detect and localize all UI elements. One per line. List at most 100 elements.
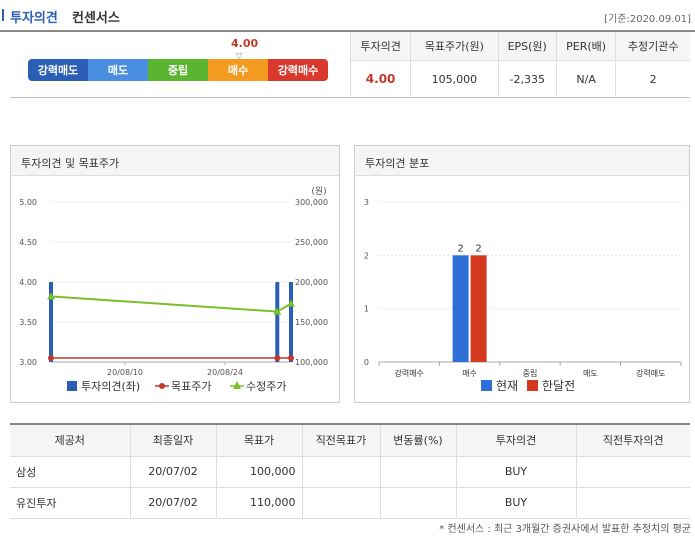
- consensus-header-row: 투자의견 목표주가(원) EPS(원) PER(배) 추정기관수: [349, 32, 690, 61]
- legend-label: 수정주가: [246, 380, 286, 393]
- detail-cell: 유진투자: [10, 487, 130, 519]
- detail-cell: 100,000: [215, 456, 302, 488]
- opinion-segment-0: 강력매도: [28, 59, 88, 81]
- detail-header-6: 직전투자의견: [575, 423, 690, 457]
- consensus-section: 4.00 ▽ 강력매도 매도 중립 매수 강력매수 투자의견 목표주가(원) EPS(원) P…: [10, 32, 690, 98]
- left-axis-tick: 4.50: [19, 238, 37, 247]
- adjusted-price-line: [50, 295, 292, 313]
- adjusted-price-point: [287, 299, 295, 307]
- detail-cell: [301, 487, 380, 519]
- detail-header-5: 투자의견: [455, 423, 576, 457]
- y-axis-tick: 3: [364, 198, 369, 207]
- left-axis-tick: 3.00: [19, 358, 37, 367]
- category-label: 강력매도: [636, 368, 665, 378]
- y-axis-tick: 1: [364, 305, 369, 314]
- opinion-scale-bar: 강력매도 매도 중립 매수 강력매수: [28, 59, 328, 81]
- page-subtitle: 컨센서스: [72, 11, 120, 26]
- detail-header-0: 제공처: [10, 423, 130, 457]
- consensus-table: 투자의견 목표주가(원) EPS(원) PER(배) 추정기관수 4.00 105,000…: [349, 32, 690, 98]
- detail-cell: BUY: [455, 487, 576, 519]
- opinion-target-panel-title: 투자의견 및 목표주가: [11, 146, 339, 176]
- consensus-value-1: 105,000: [410, 60, 498, 98]
- category-label: 강력매수: [394, 368, 423, 378]
- detail-body: 삼성 20/07/02 100,000 BUY 유진투자 20/07/02 110,000 B…: [10, 456, 690, 519]
- opinion-segment-4: 강력매수: [268, 59, 328, 81]
- legend-label: 목표주가: [171, 380, 211, 393]
- category-label: 매도: [583, 369, 598, 378]
- detail-header-row: 제공처 최종일자 목표가 직전목표가 변동률(%) 투자의견 직전투자의견: [10, 423, 690, 457]
- base-date: [기준:2020.09.01]: [604, 14, 691, 25]
- category-label: 중립: [523, 369, 538, 378]
- consensus-header-1: 목표주가(원): [410, 32, 498, 61]
- title-bar: 투자의견 컨센서스 [기준:2020.09.01]: [0, 0, 695, 30]
- category-label: 매수: [462, 369, 477, 378]
- target-price-point: [48, 355, 54, 361]
- detail-cell: [379, 456, 456, 488]
- footnote: * 컨센서스 : 최근 3개월간 증권사에서 발표한 추정치의 평균: [439, 524, 691, 535]
- right-axis-tick: 100,000: [295, 358, 328, 367]
- detail-cell: 110,000: [215, 487, 302, 519]
- detail-header-1: 최종일자: [129, 423, 216, 457]
- consensus-value-3: N/A: [555, 60, 616, 98]
- detail-cell: 삼성: [10, 456, 130, 488]
- bar-value-label: 2: [457, 243, 463, 254]
- opinion-distribution-panel: 투자의견 분포 3 2 1 0 강력매수 매수 중립 매도 강력매도 2 2 현재 한달전: [354, 145, 690, 403]
- detail-cell: 20/07/02: [129, 456, 216, 488]
- table-row: 삼성 20/07/02 100,000 BUY: [10, 456, 690, 488]
- legend-swatch: [527, 380, 538, 391]
- detail-cell: 20/07/02: [129, 487, 216, 519]
- table-row: 유진투자 20/07/02 110,000 BUY: [10, 487, 690, 519]
- detail-cell: [301, 456, 380, 488]
- detail-header-4: 변동률(%): [379, 423, 456, 457]
- title-accent-icon: [2, 9, 4, 21]
- legend-opinion-swatch: [67, 381, 77, 391]
- right-axis-tick: 300,000: [295, 198, 328, 207]
- left-axis-tick: 4.00: [19, 278, 37, 287]
- target-price-point: [288, 355, 294, 361]
- consensus-value-0: 4.00: [349, 60, 411, 98]
- opinion-segment-2: 중립: [148, 59, 208, 81]
- legend-label: 투자의견(좌): [81, 380, 140, 393]
- consensus-value-row: 4.00 105,000 -2,335 N/A 2: [349, 60, 690, 98]
- opinion-distribution-chart: 3 2 1 0 강력매수 매수 중립 매도 강력매도 2 2 현재 한달전: [364, 198, 682, 393]
- left-axis-tick: 5.00: [19, 198, 37, 207]
- right-axis-tick: 200,000: [295, 278, 328, 287]
- consensus-value-2: -2,335: [497, 60, 557, 98]
- consensus-header-2: EPS(원): [497, 32, 557, 61]
- distribution-bar: [470, 255, 487, 362]
- y-axis-tick: 0: [364, 358, 369, 367]
- bar-value-label: 2: [475, 243, 481, 254]
- opinion-target-panel: 투자의견 및 목표주가 (원) 5.00 4.50 4.00 3.50 3.00 300,0…: [10, 145, 340, 403]
- consensus-value-4: 2: [615, 60, 690, 98]
- legend-adjusted-swatch: [233, 381, 241, 389]
- detail-cell: [379, 487, 456, 519]
- legend-label: 한달전: [542, 379, 575, 393]
- right-axis-unit: (원): [311, 186, 326, 197]
- left-axis-tick: 3.50: [19, 318, 37, 327]
- consensus-header-0: 투자의견: [349, 32, 411, 61]
- consensus-header-3: PER(배): [555, 32, 616, 61]
- opinion-current-value: 4.00: [231, 37, 259, 50]
- x-axis-tick: 20/08/10: [107, 368, 143, 377]
- opinion-distribution-panel-title: 투자의견 분포: [355, 146, 689, 176]
- opinion-segment-3: 매수: [208, 59, 268, 81]
- detail-cell: [575, 456, 690, 488]
- consensus-header-4: 추정기관수: [615, 32, 690, 61]
- detail-cell: BUY: [455, 456, 576, 488]
- legend-swatch: [481, 380, 492, 391]
- right-axis-tick: 250,000: [295, 238, 328, 247]
- legend-label: 현재: [496, 379, 518, 393]
- legend-target-swatch: [159, 383, 165, 389]
- broker-detail-table: 제공처 최종일자 목표가 직전목표가 변동률(%) 투자의견 직전투자의견 삼성 20/07/…: [10, 423, 690, 519]
- y-axis-tick: 2: [364, 251, 369, 260]
- opinion-segment-1: 매도: [88, 59, 148, 81]
- x-axis-tick: 20/08/24: [207, 368, 243, 377]
- distribution-bar: [452, 255, 469, 362]
- detail-header-2: 목표가: [215, 423, 302, 457]
- opinion-bar: [275, 282, 280, 362]
- right-axis-tick: 150,000: [295, 318, 328, 327]
- target-price-point: [274, 355, 281, 361]
- detail-cell: [575, 487, 690, 519]
- detail-header-3: 직전목표가: [301, 423, 380, 457]
- opinion-bar: [289, 282, 293, 362]
